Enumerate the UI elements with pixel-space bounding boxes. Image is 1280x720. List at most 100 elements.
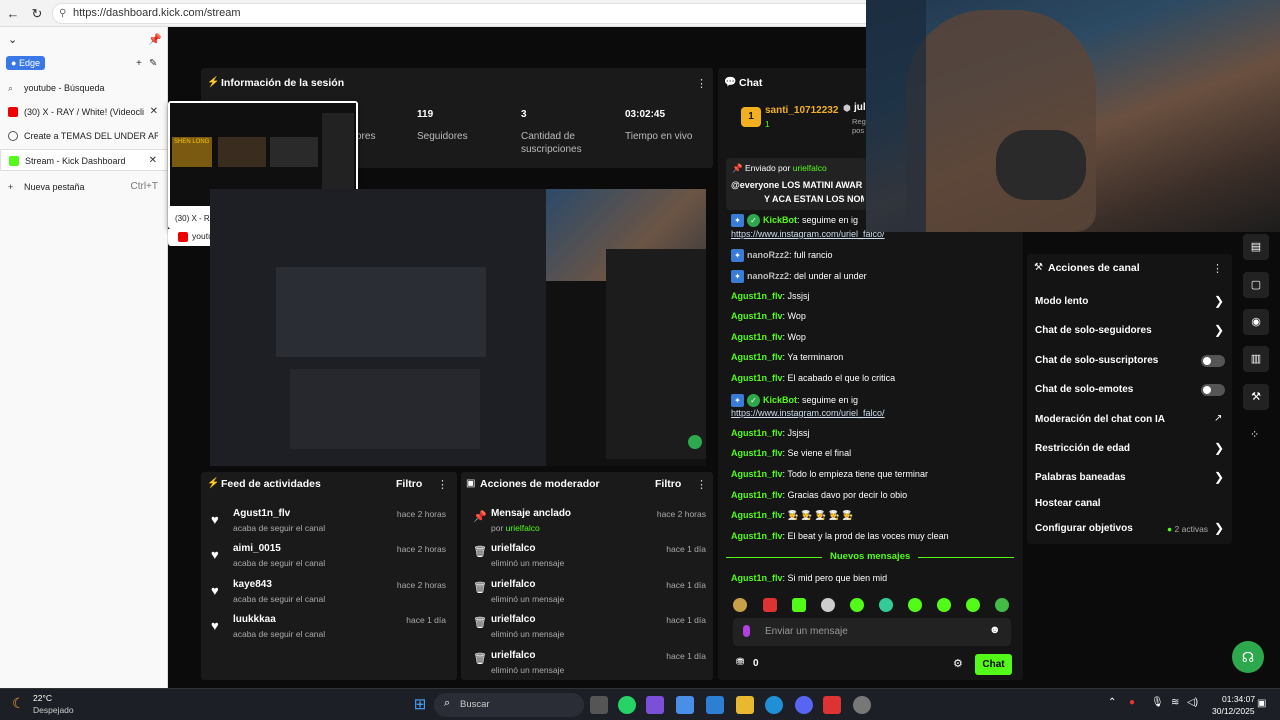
mod-user[interactable]: urielfalco (491, 543, 535, 554)
notes-icon[interactable]: ▤ (1243, 234, 1269, 260)
tray-chevron-icon[interactable]: ⌃ (1108, 697, 1116, 708)
more-icon[interactable]: ⋮ (1212, 262, 1223, 275)
chevron-right-icon[interactable]: ❯ (1214, 470, 1224, 484)
mic-icon[interactable] (743, 625, 750, 637)
chat-user[interactable]: Agust1n_flv (731, 428, 783, 438)
chat-user[interactable]: Agust1n_flv (731, 352, 783, 362)
edge-icon[interactable] (765, 696, 783, 714)
subscribers-only-toggle[interactable] (1201, 355, 1225, 367)
back-icon[interactable]: ← (4, 5, 22, 23)
more-icon[interactable]: ⋮ (437, 478, 448, 491)
copilot-app-icon[interactable] (676, 696, 694, 714)
settings-icon[interactable]: ⚙ (953, 657, 963, 670)
feed-user[interactable]: aimi_0015 (233, 543, 281, 554)
chat-user[interactable]: Agust1n_flv (731, 373, 783, 383)
app-icon[interactable] (823, 696, 841, 714)
action-configure-goals[interactable]: Configurar objetivos (1035, 523, 1133, 534)
obs-icon[interactable] (853, 696, 871, 714)
chat-user[interactable]: nanoRzz2 (747, 250, 789, 260)
emote-icon[interactable] (937, 598, 951, 612)
broadcast-icon[interactable]: ◉ (1243, 309, 1269, 335)
tab-item[interactable]: ⌕ youtube - Búsqueda (0, 77, 168, 99)
chat-user[interactable]: KickBot (763, 395, 797, 405)
chat-user[interactable]: Agust1n_flv (731, 573, 783, 583)
taskbar-search[interactable]: ⌕ Buscar (434, 693, 584, 717)
chat-user[interactable]: Agust1n_flv (731, 448, 783, 458)
chevron-right-icon[interactable]: ❯ (1214, 294, 1224, 308)
notification-icon[interactable]: ▣ (1257, 698, 1266, 709)
clock-date[interactable]: 30/12/2025 (1212, 706, 1255, 716)
mic-tray-icon[interactable]: 🎙 (1151, 697, 1164, 708)
chat-user[interactable]: KickBot (763, 215, 797, 225)
edge-workspace-button[interactable]: ● Edge (6, 56, 45, 70)
feed-user[interactable]: kaye843 (233, 579, 272, 590)
chat-bubble-icon[interactable]: ▢ (1243, 272, 1269, 298)
chat-user[interactable]: Agust1n_flv (731, 291, 783, 301)
refresh-icon[interactable]: ↻ (28, 5, 46, 23)
mod-user[interactable]: urielfalco (491, 579, 535, 590)
windows-start-icon[interactable]: ⊞ (411, 696, 429, 714)
chat-link[interactable]: https://www.instagram.com/uriel_falco/ (731, 408, 885, 418)
volume-icon[interactable]: ◁) (1187, 697, 1198, 708)
wrench-icon[interactable]: ⚒ (1243, 384, 1269, 410)
add-icon[interactable]: + (136, 58, 142, 69)
new-tab-button[interactable]: + Nueva pestaña Ctrl+T (0, 176, 168, 198)
layout-icon[interactable]: ▥ (1243, 346, 1269, 372)
apps-icon[interactable]: ⁘ (1250, 428, 1259, 441)
emote-icon[interactable] (850, 598, 864, 612)
emote-icon[interactable] (879, 598, 893, 612)
copilot-icon[interactable] (646, 696, 664, 714)
send-chat-button[interactable]: Chat (975, 654, 1012, 675)
chat-user[interactable]: Agust1n_flv (731, 469, 783, 479)
emote-icon[interactable] (733, 598, 747, 612)
weather-icon[interactable]: ☾ (12, 695, 25, 712)
feed-user[interactable]: luukkkaa (233, 614, 276, 625)
chevron-right-icon[interactable]: ❯ (1214, 323, 1224, 337)
chat-user[interactable]: Agust1n_flv (731, 490, 783, 500)
mod-user[interactable]: urielfalco (491, 614, 535, 625)
chat-input[interactable]: Enviar un mensaje ☻ (733, 618, 1011, 646)
emote-icon[interactable] (821, 598, 835, 612)
stream-preview[interactable] (210, 189, 706, 466)
tab-item[interactable]: Create a TEMAS DEL UNDER ARGENTINO (0, 125, 168, 147)
address-bar[interactable]: ⚲ https://dashboard.kick.com/stream (52, 3, 882, 24)
close-tab-icon[interactable]: ✕ (149, 150, 157, 170)
chat-user[interactable]: Agust1n_flv (731, 311, 783, 321)
feed-filter-button[interactable]: Filtro (396, 478, 422, 490)
action-ai-moderation[interactable]: Moderación del chat con IA (1035, 414, 1165, 425)
store-icon[interactable] (706, 696, 724, 714)
feed-user[interactable]: Agust1n_flv (233, 508, 290, 519)
emote-icon[interactable] (763, 598, 777, 612)
mod-user[interactable]: urielfalco (506, 523, 540, 533)
action-host-channel[interactable]: Hostear canal (1035, 498, 1101, 509)
discord-icon[interactable] (795, 696, 813, 714)
tray-app-icon[interactable]: ● (1129, 697, 1135, 708)
emote-icon[interactable] (966, 598, 980, 612)
mod-filter-button[interactable]: Filtro (655, 478, 681, 490)
emote-icon[interactable] (792, 598, 806, 612)
whatsapp-icon[interactable] (618, 696, 636, 714)
file-explorer-icon[interactable] (736, 696, 754, 714)
top-gifter-name[interactable]: santi_10712232 (765, 105, 838, 116)
help-chat-icon[interactable]: ☊ (1232, 641, 1264, 673)
tab-item-active[interactable]: Stream - Kick Dashboard ✕ (0, 149, 168, 171)
emote-icon[interactable] (908, 598, 922, 612)
site-info-icon[interactable]: ⚲ (59, 4, 66, 23)
pinned-user[interactable]: urielfalco (793, 163, 827, 173)
chevron-right-icon[interactable]: ❯ (1214, 441, 1224, 455)
chevron-right-icon[interactable]: ❯ (1214, 521, 1224, 535)
pinned-message[interactable]: 📌 Enviado por urielfalco @everyone LOS M… (726, 158, 866, 210)
emoji-icon[interactable]: ☻ (989, 624, 1001, 636)
edit-icon[interactable]: ✎ (149, 58, 157, 69)
chat-user[interactable]: Agust1n_flv (731, 332, 783, 342)
chat-user[interactable]: nanoRzz2 (747, 271, 789, 281)
action-slow-mode[interactable]: Modo lento (1035, 296, 1088, 307)
action-followers-only[interactable]: Chat de solo-seguidores (1035, 325, 1152, 336)
action-age-restriction[interactable]: Restricción de edad (1035, 443, 1130, 454)
more-icon[interactable]: ⋮ (696, 478, 707, 491)
tab-item[interactable]: (30) X - RAY / White! (Videoclip Oficial… (0, 101, 168, 123)
wifi-icon[interactable]: ≋ (1171, 697, 1179, 708)
mod-user[interactable]: urielfalco (491, 650, 535, 661)
points-icon[interactable]: ⛃ (736, 657, 744, 668)
clock-time[interactable]: 01:34:07 (1222, 694, 1255, 704)
